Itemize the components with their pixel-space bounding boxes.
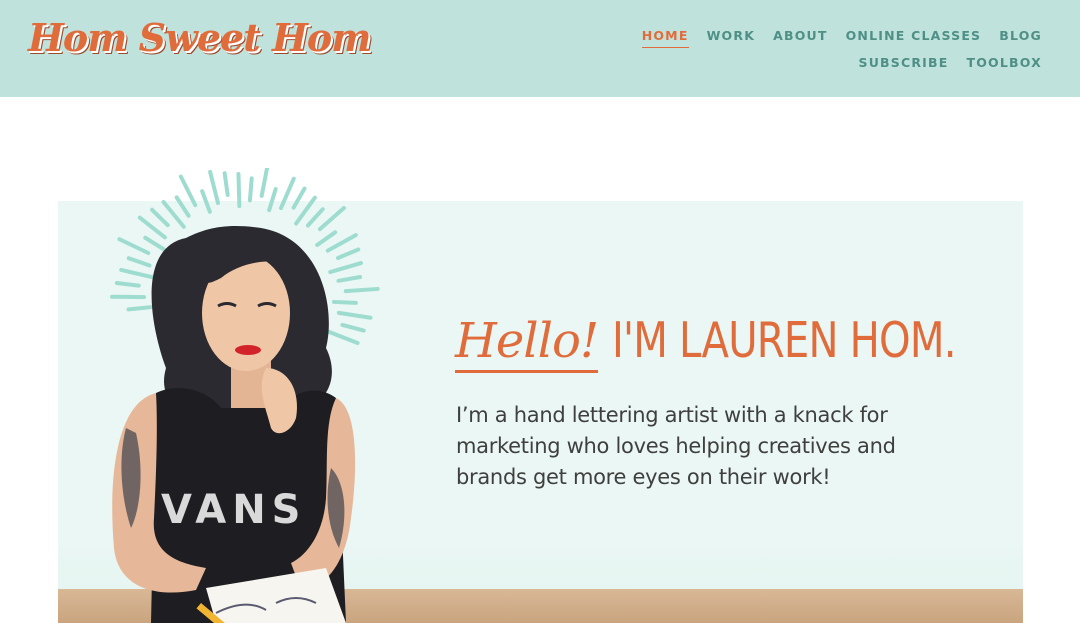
site-logo[interactable]: Hom Sweet Hom — [28, 14, 371, 62]
burst-dash — [200, 189, 212, 214]
portrait-illustration: VANS — [112, 226, 356, 623]
hero-heading: Hello! I'M LAUREN HOM. — [455, 312, 1031, 373]
burst-dash — [222, 171, 230, 197]
hello-script: Hello! — [455, 312, 599, 373]
shirt-text: VANS — [161, 487, 306, 533]
nav-about[interactable]: ABOUT — [773, 27, 828, 48]
burst-dash — [259, 168, 270, 198]
burst-dash — [267, 187, 278, 213]
nav-subscribe[interactable]: SUBSCRIBE — [859, 54, 949, 74]
nav-blog[interactable]: BLOG — [999, 27, 1042, 48]
burst-dash — [208, 169, 220, 205]
nav-home[interactable]: HOME — [641, 27, 689, 48]
burst-dash — [279, 176, 296, 211]
site-header: Hom Sweet Hom HOME WORK ABOUT ONLINE CLA… — [0, 0, 1080, 97]
burst-dash — [174, 195, 191, 218]
burst-dash — [178, 174, 198, 208]
burst-dash — [236, 172, 242, 209]
hero-name: I'M LAUREN HOM. — [612, 312, 956, 369]
hero-intro: I’m a hand lettering artist with a knack… — [456, 403, 896, 489]
burst-dash — [291, 186, 307, 210]
nav-work[interactable]: WORK — [707, 27, 756, 48]
main-nav: HOME WORK ABOUT ONLINE CLASSES BLOG SUBS… — [562, 27, 1042, 74]
nav-toolbox[interactable]: TOOLBOX — [967, 54, 1043, 74]
burst-dash — [247, 176, 254, 203]
nav-online-classes[interactable]: ONLINE CLASSES — [846, 27, 982, 48]
